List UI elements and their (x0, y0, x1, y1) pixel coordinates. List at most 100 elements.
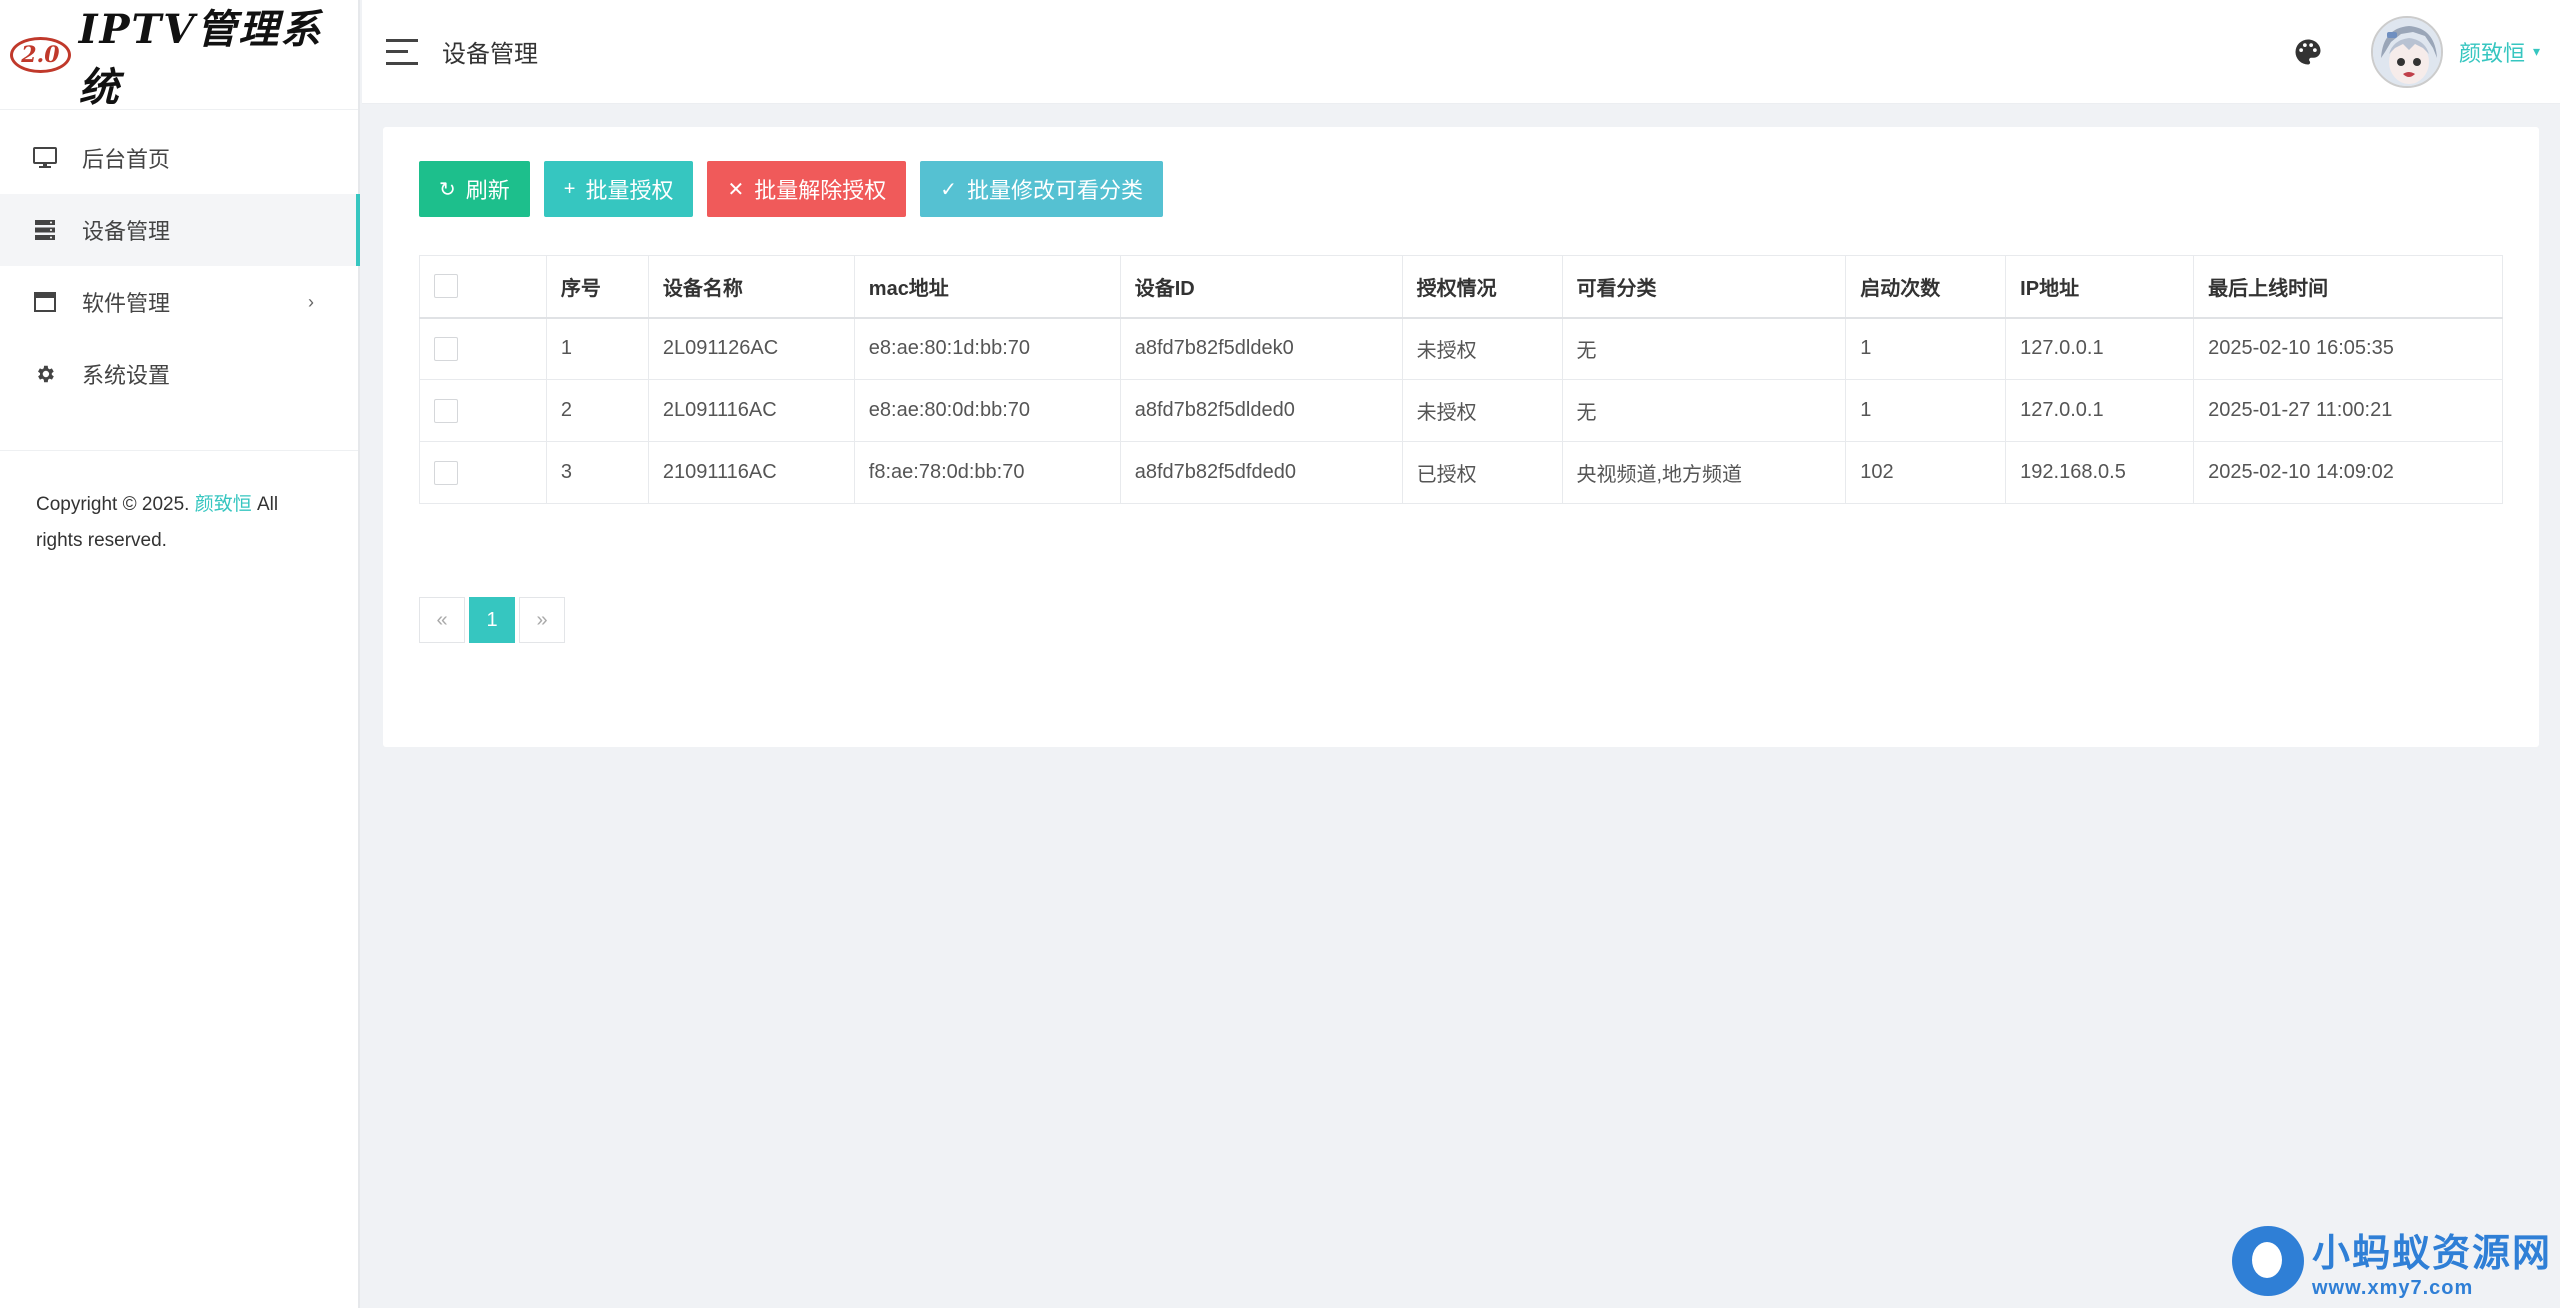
menu-toggle-icon[interactable] (386, 38, 418, 65)
header-actions: 颜致恒 ▾ (2293, 15, 2540, 88)
batch-authorize-label: 批量授权 (585, 178, 674, 203)
cell-no: 2 (545, 379, 649, 442)
table-row[interactable]: 3 21091116AC f8:ae:78:0d:bb:70 a8fd7b82f… (419, 441, 2503, 504)
top-header: 设备管理 颜致恒 ▾ (362, 0, 2560, 104)
select-all-checkbox[interactable] (434, 274, 458, 299)
refresh-button[interactable]: ↻ 刷新 (419, 161, 530, 217)
table-row[interactable]: 1 2L091126AC e8:ae:80:1d:bb:70 a8fd7b82f… (419, 317, 2503, 380)
sidebar-item-label: 后台首页 (82, 147, 171, 172)
cell-device-name: 2L091126AC (647, 317, 855, 380)
watermark-text: 小蚂蚁资源网 www.xmy7.com (2312, 1222, 2552, 1300)
row-checkbox[interactable] (434, 398, 458, 423)
cell-auth-status: 未授权 (1401, 379, 1563, 442)
next-page-button[interactable]: » (519, 597, 565, 643)
sidebar-item-devices[interactable]: 设备管理 (0, 194, 360, 266)
cell-boot-count: 1 (1845, 317, 2007, 380)
row-select-cell (419, 379, 547, 442)
user-name-menu[interactable]: 颜致恒 (2459, 36, 2525, 68)
toolbar: ↻ 刷新 + 批量授权 ✕ 批量解除授权 ✓ 批量修改可看分类 (419, 161, 1177, 217)
device-table: 序号 设备名称 mac地址 设备ID 授权情况 可看分类 启动次数 IP地址 最… (419, 255, 2503, 504)
monitor-icon (32, 145, 58, 171)
copyright-prefix: Copyright © 2025. (36, 494, 190, 515)
sidebar-item-settings[interactable]: 系统设置 (0, 338, 358, 410)
cell-auth-status: 已授权 (1401, 441, 1563, 504)
gear-icon (32, 361, 58, 387)
row-checkbox[interactable] (434, 336, 458, 361)
chevron-right-icon: › (308, 291, 314, 312)
palette-icon[interactable] (2293, 37, 2323, 67)
cell-category: 无 (1561, 379, 1847, 442)
sidebar-item-label: 系统设置 (82, 363, 171, 388)
table-row[interactable]: 2 2L091116AC e8:ae:80:0d:bb:70 a8fd7b82f… (419, 379, 2503, 442)
cell-auth-status: 未授权 (1401, 317, 1563, 380)
column-header[interactable]: 最后上线时间 (2193, 255, 2503, 319)
batch-deauthorize-label: 批量解除授权 (754, 178, 887, 203)
cell-boot-count: 1 (1845, 379, 2007, 442)
cell-no: 3 (545, 441, 649, 504)
watermark-url: www.xmy7.com (2311, 1277, 2474, 1299)
cell-boot-count: 102 (1845, 441, 2007, 504)
batch-modify-category-label: 批量修改可看分类 (967, 178, 1144, 203)
sidebar-item-software[interactable]: 软件管理 › (0, 266, 358, 338)
column-header[interactable]: 授权情况 (1401, 255, 1563, 319)
column-header[interactable]: IP地址 (2005, 255, 2195, 319)
cell-device-id: a8fd7b82f5dldek0 (1119, 317, 1403, 380)
sidebar-item-label: 设备管理 (82, 219, 171, 244)
close-icon: ✕ (727, 178, 745, 201)
watermark-name: 小蚂蚁资源网 (2311, 1233, 2552, 1275)
window-icon (32, 289, 58, 315)
cell-category: 无 (1561, 317, 1847, 380)
avatar[interactable] (2370, 15, 2443, 88)
cell-device-name: 2L091116AC (647, 379, 855, 442)
cell-device-id: a8fd7b82f5dlded0 (1119, 379, 1403, 442)
table-header-row: 序号 设备名称 mac地址 设备ID 授权情况 可看分类 启动次数 IP地址 最… (419, 255, 2503, 319)
column-header[interactable]: 启动次数 (1845, 255, 2007, 319)
logo-title: IPTV管理系统 (78, 5, 323, 111)
sidebar: 2.0 IPTV管理系统 后台首页 设备管理 软件管理 › 系统设置 Copyr… (0, 0, 360, 1308)
column-header[interactable]: 设备ID (1119, 255, 1403, 319)
cell-no: 1 (545, 317, 649, 380)
row-select-cell (419, 317, 547, 380)
copyright-author-link[interactable]: 颜致恒 (195, 494, 252, 515)
copyright-notice: Copyright © 2025. 颜致恒 All rights reserve… (0, 451, 358, 595)
select-all-cell (419, 255, 547, 319)
prev-page-button[interactable]: « (419, 597, 465, 643)
server-icon (32, 217, 58, 243)
app-logo[interactable]: 2.0 IPTV管理系统 (0, 0, 358, 111)
cell-mac: e8:ae:80:0d:bb:70 (853, 379, 1121, 442)
cell-mac: e8:ae:80:1d:bb:70 (853, 317, 1121, 380)
device-management-card: ↻ 刷新 + 批量授权 ✕ 批量解除授权 ✓ 批量修改可看分类 序号 设备名称 (383, 127, 2539, 747)
chevron-down-icon[interactable]: ▾ (2533, 43, 2540, 60)
refresh-button-label: 刷新 (465, 178, 510, 203)
page-button-current[interactable]: 1 (469, 597, 515, 643)
cell-last-online: 2025-02-10 16:05:35 (2193, 317, 2503, 380)
column-header[interactable]: 可看分类 (1561, 255, 1847, 319)
pagination: « 1 » (419, 597, 569, 643)
cell-device-name: 21091116AC (647, 441, 855, 504)
cell-last-online: 2025-02-10 14:09:02 (2193, 441, 2503, 504)
batch-authorize-button[interactable]: + 批量授权 (543, 161, 694, 217)
batch-deauthorize-button[interactable]: ✕ 批量解除授权 (707, 161, 907, 217)
watermark-logo-icon (2231, 1226, 2304, 1296)
column-header[interactable]: 序号 (545, 255, 649, 319)
column-header[interactable]: 设备名称 (647, 255, 855, 319)
cell-ip: 192.168.0.5 (2005, 441, 2195, 504)
site-watermark: 小蚂蚁资源网 www.xmy7.com (2231, 1222, 2552, 1300)
cell-mac: f8:ae:78:0d:bb:70 (853, 441, 1121, 504)
cell-ip: 127.0.0.1 (2005, 379, 2195, 442)
column-header[interactable]: mac地址 (853, 255, 1121, 319)
plus-icon: + (563, 177, 576, 200)
logo-version-badge: 2.0 (10, 36, 71, 73)
row-checkbox[interactable] (434, 460, 458, 485)
check-icon: ✓ (940, 178, 958, 201)
cell-category: 央视频道,地方频道 (1561, 441, 1847, 504)
refresh-icon: ↻ (439, 178, 456, 201)
batch-modify-category-button[interactable]: ✓ 批量修改可看分类 (920, 161, 1164, 217)
cell-last-online: 2025-01-27 11:00:21 (2193, 379, 2503, 442)
cell-ip: 127.0.0.1 (2005, 317, 2195, 380)
sidebar-item-label: 软件管理 (82, 291, 171, 316)
cell-device-id: a8fd7b82f5dfded0 (1119, 441, 1403, 504)
sidebar-item-dashboard[interactable]: 后台首页 (0, 122, 358, 194)
sidebar-menu: 后台首页 设备管理 软件管理 › 系统设置 (0, 110, 360, 410)
page-title: 设备管理 (442, 41, 538, 68)
